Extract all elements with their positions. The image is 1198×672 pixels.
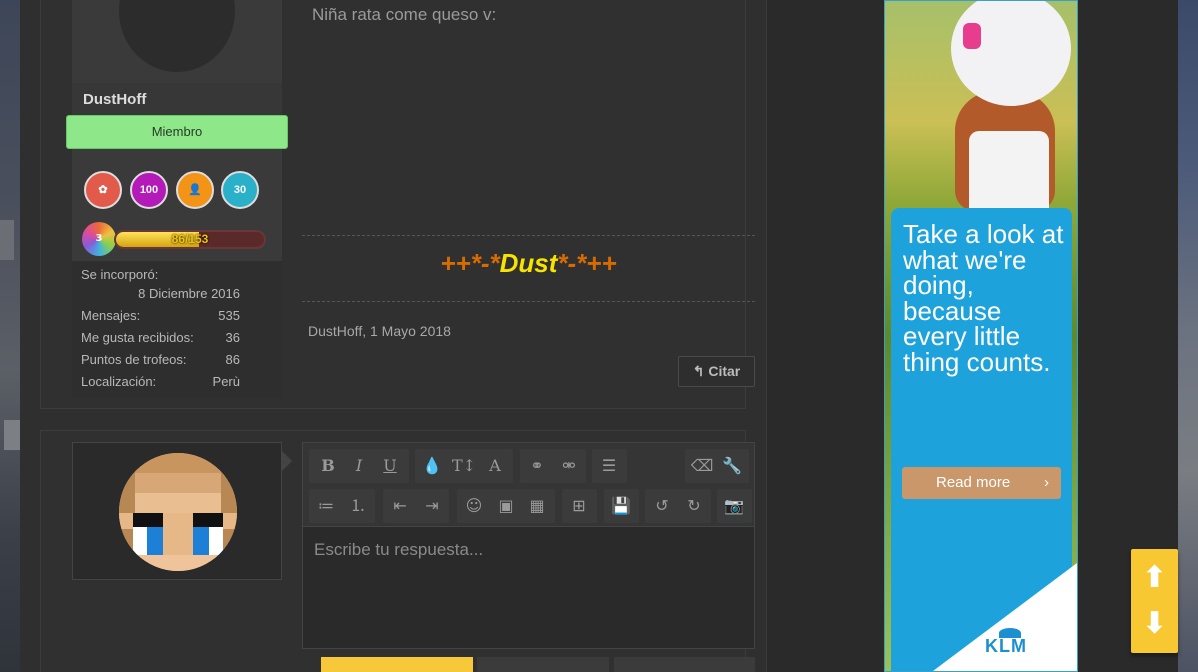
xp-progress-text: 86/153 [171, 232, 209, 246]
image-icon[interactable]: ▣ [491, 489, 521, 523]
stat-joined-label: Se incorporó: [81, 267, 159, 282]
reply-editor: B I U 💧 T↕ A ⚭ ⚮ ☰ ⌫ 🔧 ≔ ⒈ ⇤ ⇥ ☺ ▣ ▦ ⊞ 💾… [302, 442, 755, 649]
submit-reply-button[interactable] [321, 657, 473, 672]
reply-arrow-icon: ↰ [692, 363, 709, 379]
avatar[interactable]: DH [119, 0, 235, 72]
background-left-edge [0, 0, 20, 672]
stat-trophy-points-value[interactable]: 86 [226, 352, 240, 367]
chevron-right-icon: › [1044, 474, 1049, 491]
avatar-pointer [282, 451, 292, 471]
reply-input[interactable]: Escribe tu respuesta... [314, 540, 483, 560]
reply-avatar-box [72, 442, 282, 580]
camera-icon[interactable]: 📷 [719, 489, 749, 523]
scroll-widget: ⬆ ⬇ [1131, 549, 1178, 653]
toolbar-group-align: ☰ [592, 449, 627, 483]
toolbar-group-link: ⚭ ⚮ [520, 449, 586, 483]
stat-trophy-points-label: Puntos de trofeos: [81, 352, 187, 367]
trophy-30-icon[interactable]: 30 [221, 171, 259, 209]
ad-panel: Take a look at what we're doing, because… [891, 208, 1077, 671]
align-icon[interactable]: ☰ [594, 449, 624, 483]
text-color-icon[interactable]: 💧 [417, 449, 447, 483]
italic-icon[interactable]: I [344, 449, 374, 483]
toolbar-group-save: 💾 [604, 489, 639, 523]
advertisement[interactable]: Take a look at what we're doing, because… [884, 0, 1078, 672]
indent-icon[interactable]: ⇥ [417, 489, 447, 523]
toolbar-group-history: ↺ ↻ [645, 489, 711, 523]
ad-headline: Take a look at what we're doing, because… [903, 219, 1064, 377]
undo-icon[interactable]: ↺ [647, 489, 677, 523]
stat-joined-value: 8 Diciembre 2016 [138, 286, 240, 301]
quote-button[interactable]: ↰ Citar [678, 356, 755, 387]
media-icon[interactable]: ▦ [522, 489, 552, 523]
toolbar-group-insert: ⊞ [562, 489, 597, 523]
forum-post: DH DustHoff Miembro ✿ 100 👤 30 3 86/153 … [40, 0, 755, 409]
xp-progress-bar: 86/153 [114, 230, 266, 249]
editor-toolbar: B I U 💧 T↕ A ⚭ ⚮ ☰ ⌫ 🔧 ≔ ⒈ ⇤ ⇥ ☺ ▣ ▦ ⊞ 💾… [303, 443, 754, 527]
toolbar-group-tools: ⌫ 🔧 [685, 449, 749, 483]
signature: ++*-*Dust*-*++ [302, 248, 755, 279]
background-right-edge [1178, 0, 1198, 672]
quote-button-label: Citar [708, 363, 741, 379]
username-link[interactable]: DustHoff [83, 91, 146, 108]
underline-icon[interactable]: U [375, 449, 405, 483]
stat-messages-value[interactable]: 535 [218, 308, 240, 323]
trophy-100-icon[interactable]: 100 [130, 171, 168, 209]
wrench-icon[interactable]: 🔧 [717, 449, 747, 483]
smiley-icon[interactable]: ☺ [459, 489, 489, 523]
redo-icon[interactable]: ↻ [679, 489, 709, 523]
numbered-list-icon[interactable]: ⒈ [343, 489, 373, 523]
ad-photo-flower [963, 23, 981, 49]
signature-part2: Dust [499, 248, 558, 278]
signature-divider-bottom [302, 301, 755, 302]
reply-avatar[interactable] [119, 453, 237, 571]
post-message: Niña rata come queso v: [312, 5, 497, 24]
stat-likes-label: Me gusta recibidos: [81, 330, 194, 345]
signature-part3: *-*++ [557, 248, 617, 278]
role-badge: Miembro [66, 115, 288, 149]
trophy-mushroom-icon[interactable]: ✿ [84, 171, 122, 209]
quick-reply: B I U 💧 T↕ A ⚭ ⚮ ☰ ⌫ 🔧 ≔ ⒈ ⇤ ⇥ ☺ ▣ ▦ ⊞ 💾… [40, 430, 755, 672]
link-icon[interactable]: ⚭ [522, 449, 552, 483]
eraser-icon[interactable]: ⌫ [687, 449, 717, 483]
toolbar-group-font: 💧 T↕ A [415, 449, 513, 483]
bold-icon[interactable]: B [313, 449, 343, 483]
scroll-up-icon[interactable]: ⬆ [1131, 555, 1178, 601]
save-draft-icon[interactable]: 💾 [606, 489, 636, 523]
toolbar-group-lists: ≔ ⒈ [309, 489, 375, 523]
toolbar-group-media: ☺ ▣ ▦ [457, 489, 555, 523]
signature-divider-top [302, 235, 755, 236]
font-family-icon[interactable]: A [480, 449, 510, 483]
ad-photo-hat [951, 1, 1071, 106]
avatar-area: DH [72, 0, 282, 83]
trophy-person-icon[interactable]: 👤 [176, 171, 214, 209]
unlink-icon[interactable]: ⚮ [554, 449, 584, 483]
outdent-icon[interactable]: ⇤ [385, 489, 415, 523]
level-icon: 3 [82, 222, 116, 256]
post-meta[interactable]: DustHoff, 1 Mayo 2018 [308, 323, 451, 339]
ad-cta-label: Read more [936, 474, 1011, 491]
avatar-initials: DH [119, 0, 235, 5]
toolbar-group-camera: 📷 [717, 489, 752, 523]
ad-read-more-button[interactable]: Read more › [902, 467, 1061, 499]
toolbar-group-indent: ⇤ ⇥ [383, 489, 449, 523]
upload-button[interactable] [477, 657, 609, 672]
stat-location-value[interactable]: Perù [213, 374, 240, 389]
scroll-down-icon[interactable]: ⬇ [1131, 601, 1178, 647]
username-box: DustHoff [72, 83, 282, 118]
stat-location-label: Localización: [81, 374, 157, 389]
toolbar-group-text: B I U [309, 449, 409, 483]
stat-messages-label: Mensajes: [81, 308, 141, 323]
font-size-icon[interactable]: T↕ [449, 449, 479, 483]
insert-icon[interactable]: ⊞ [564, 489, 594, 523]
stat-likes-value: 36 [225, 330, 240, 345]
more-options-button[interactable] [614, 657, 755, 672]
bulleted-list-icon[interactable]: ≔ [311, 489, 341, 523]
signature-part1: ++*-* [440, 248, 500, 278]
ad-brand-logo: KLM [985, 636, 1027, 656]
page-wrapper: DH DustHoff Miembro ✿ 100 👤 30 3 86/153 … [20, 0, 1178, 672]
